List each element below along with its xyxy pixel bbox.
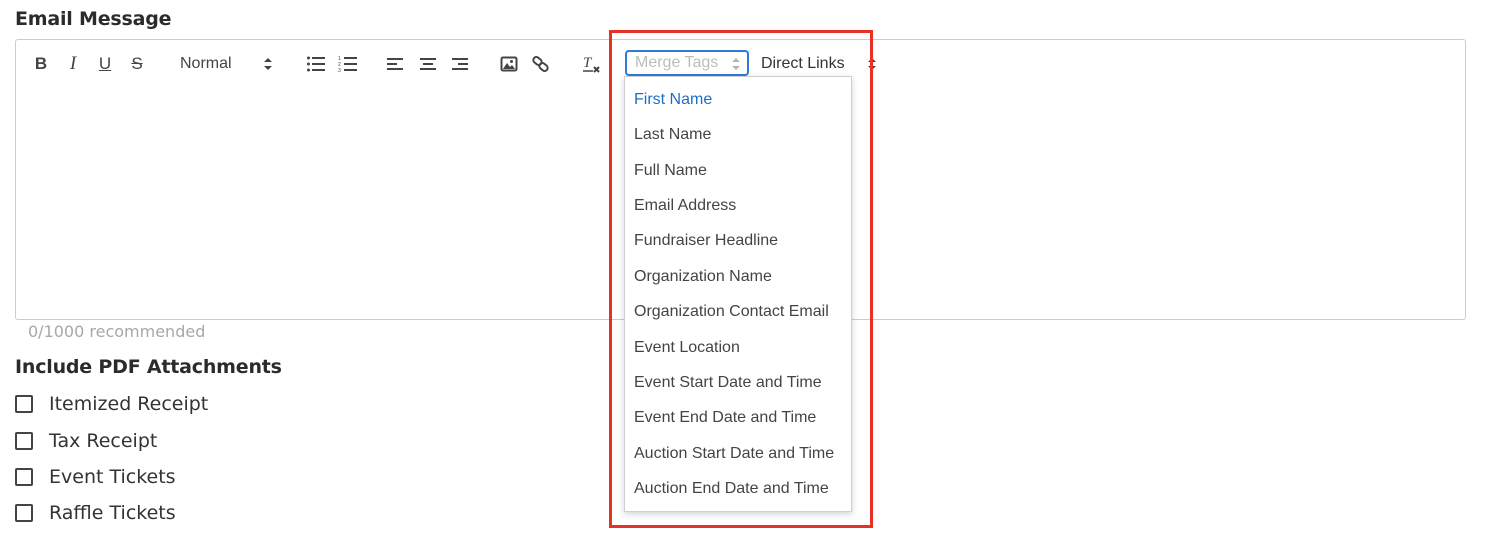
header-format-value: Normal bbox=[180, 55, 232, 72]
merge-tag-option[interactable]: Event Start Date and Time bbox=[634, 371, 822, 395]
pdf-attachments-label: Include PDF Attachments bbox=[15, 356, 282, 378]
align-right-icon[interactable] bbox=[451, 52, 469, 76]
merge-tag-option[interactable]: Organization Name bbox=[634, 265, 772, 289]
checkbox[interactable] bbox=[15, 468, 33, 486]
merge-tags-dropdown: First Name Last Name Full Name Email Add… bbox=[624, 76, 852, 512]
merge-tag-option[interactable]: Last Name bbox=[634, 123, 711, 147]
underline-icon[interactable]: U bbox=[96, 52, 114, 76]
merge-tag-option[interactable]: Event End Date and Time bbox=[634, 406, 816, 430]
link-icon[interactable] bbox=[531, 52, 551, 76]
italic-icon[interactable]: I bbox=[64, 52, 82, 76]
checkbox-label: Itemized Receipt bbox=[49, 393, 209, 415]
direct-links-value: Direct Links bbox=[761, 55, 845, 72]
select-arrows-icon bbox=[732, 58, 740, 70]
direct-links-select[interactable]: Direct Links bbox=[761, 52, 876, 76]
merge-tag-option[interactable]: First Name bbox=[634, 88, 712, 112]
checkbox[interactable] bbox=[15, 504, 33, 522]
merge-tag-option[interactable]: Auction End Date and Time bbox=[634, 477, 829, 501]
strikethrough-icon[interactable]: S bbox=[128, 52, 146, 76]
checkbox-label: Tax Receipt bbox=[49, 430, 158, 452]
checkbox-row-event-tickets[interactable]: Event Tickets bbox=[15, 465, 176, 489]
checkbox-label: Event Tickets bbox=[49, 466, 176, 488]
merge-tag-option[interactable]: Event Location bbox=[634, 336, 740, 360]
header-format-select[interactable]: Normal bbox=[180, 52, 280, 76]
merge-tag-option[interactable]: Full Name bbox=[634, 159, 707, 183]
email-message-label: Email Message bbox=[15, 8, 172, 30]
merge-tag-option[interactable]: Email Address bbox=[634, 194, 736, 218]
svg-text:3: 3 bbox=[338, 68, 341, 73]
select-arrows-icon bbox=[264, 58, 272, 70]
merge-tags-select[interactable]: Merge Tags bbox=[625, 50, 749, 76]
select-arrows-icon bbox=[868, 58, 876, 70]
checkbox-label: Raffle Tickets bbox=[49, 502, 176, 524]
image-icon[interactable] bbox=[500, 52, 518, 76]
svg-text:T: T bbox=[583, 55, 593, 71]
ordered-list-icon[interactable]: 123 bbox=[338, 52, 358, 76]
merge-tag-option[interactable]: Auction Start Date and Time bbox=[634, 442, 834, 466]
align-left-icon[interactable] bbox=[386, 52, 404, 76]
merge-tag-option[interactable]: Fundraiser Headline bbox=[634, 229, 778, 253]
checkbox[interactable] bbox=[15, 395, 33, 413]
merge-tag-option[interactable]: Organization Contact Email bbox=[634, 300, 829, 324]
checkbox-row-tax-receipt[interactable]: Tax Receipt bbox=[15, 429, 157, 453]
character-counter: 0/1000 recommended bbox=[28, 322, 206, 341]
checkbox[interactable] bbox=[15, 432, 33, 450]
clear-format-icon[interactable]: T bbox=[582, 52, 602, 76]
align-center-icon[interactable] bbox=[419, 52, 437, 76]
merge-tags-placeholder: Merge Tags bbox=[635, 54, 719, 71]
bullet-list-icon[interactable] bbox=[306, 52, 326, 76]
bold-icon[interactable]: B bbox=[32, 52, 50, 76]
checkbox-row-raffle-tickets[interactable]: Raffle Tickets bbox=[15, 501, 176, 525]
checkbox-row-itemized-receipt[interactable]: Itemized Receipt bbox=[15, 392, 208, 416]
